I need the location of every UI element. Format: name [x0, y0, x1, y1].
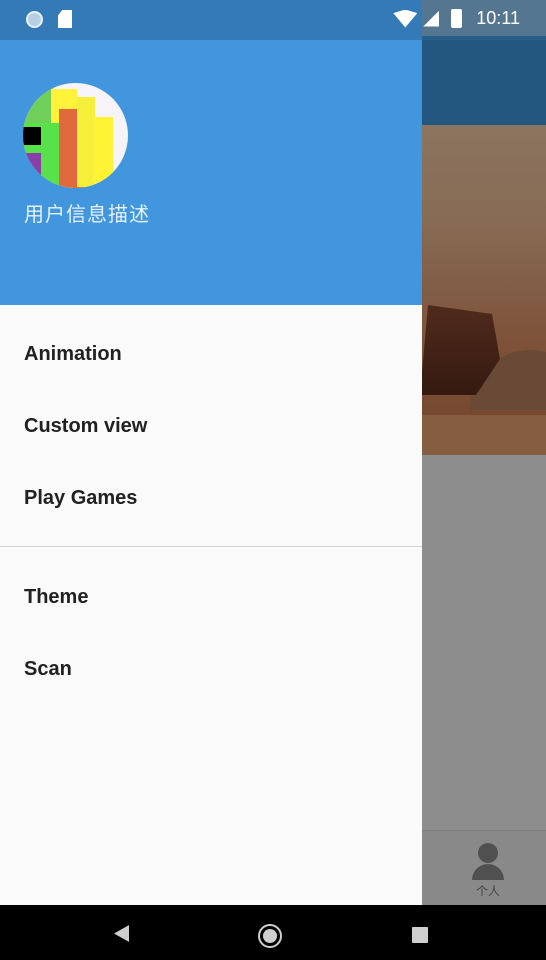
menu-item-animation[interactable]: Animation: [0, 318, 422, 390]
sync-circle-icon: [26, 10, 43, 28]
menu-item-label: Animation: [24, 342, 122, 365]
menu-divider: [0, 546, 422, 547]
drawer-menu: Animation Custom view Play Games Theme S…: [0, 318, 422, 705]
wifi-icon: [393, 9, 418, 28]
menu-item-label: Play Games: [24, 486, 138, 509]
user-description: 用户信息描述: [24, 202, 150, 226]
sd-card-icon: [58, 10, 72, 28]
home-icon[interactable]: [258, 924, 282, 948]
recents-icon[interactable]: [412, 927, 428, 943]
avatar-pixel: [23, 127, 41, 145]
status-bar: 10:11: [0, 0, 546, 40]
menu-item-scan[interactable]: Scan: [0, 633, 422, 705]
menu-item-theme[interactable]: Theme: [0, 561, 422, 633]
menu-item-label: Scan: [24, 657, 72, 680]
battery-icon: [451, 9, 463, 28]
menu-item-label: Custom view: [24, 414, 148, 437]
navigation-drawer: 用户信息描述 Animation Custom view Play Games …: [0, 0, 422, 905]
system-navigation-bar: [0, 905, 546, 960]
menu-item-label: Theme: [24, 585, 89, 608]
cell-signal-icon: [423, 10, 440, 27]
menu-item-play-games[interactable]: Play Games: [0, 462, 422, 534]
status-time: 10:11: [476, 8, 520, 28]
avatar-pixel: [93, 117, 113, 183]
avatar-pixel: [23, 83, 53, 123]
menu-item-custom-view[interactable]: Custom view: [0, 390, 422, 462]
avatar-pixel: [23, 153, 41, 177]
drawer-header: 用户信息描述: [0, 0, 422, 305]
avatar[interactable]: [23, 83, 128, 188]
back-icon[interactable]: [114, 925, 129, 942]
